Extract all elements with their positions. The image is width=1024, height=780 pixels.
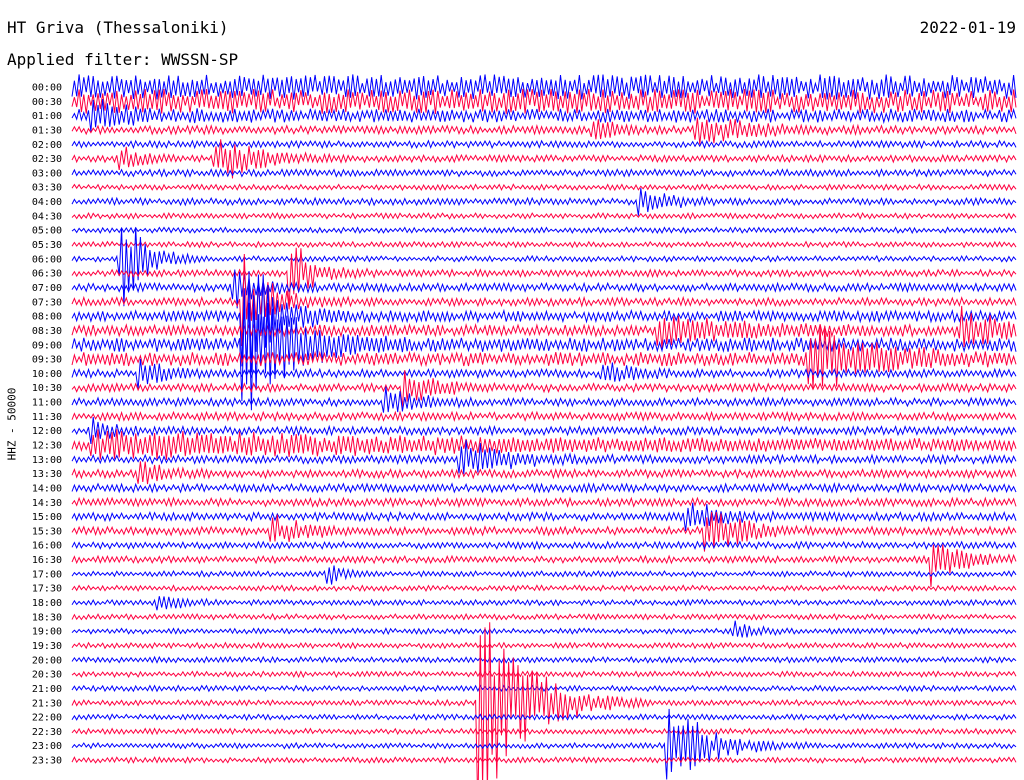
row-time-label: 05:00 <box>32 226 62 237</box>
row-time-label: 04:00 <box>32 197 62 208</box>
seismic-trace-row <box>71 641 1017 650</box>
seismic-trace-row <box>71 247 1017 310</box>
row-time-label: 22:30 <box>32 727 62 738</box>
seismic-trace-row <box>71 240 1017 249</box>
row-time-label: 06:30 <box>32 269 62 280</box>
row-time-label: 10:30 <box>32 383 62 394</box>
row-time-label: 20:30 <box>32 670 62 681</box>
row-time-label: 20:00 <box>32 655 62 666</box>
row-time-label: 12:00 <box>32 426 62 437</box>
row-time-label: 06:00 <box>32 254 62 265</box>
row-time-label: 18:30 <box>32 612 62 623</box>
row-time-label: 17:30 <box>32 584 62 595</box>
seismic-trace-row <box>71 139 1017 150</box>
row-time-label: 03:00 <box>32 168 62 179</box>
row-time-label: 04:30 <box>32 211 62 222</box>
row-time-label: 02:30 <box>32 154 62 165</box>
seismic-trace-row <box>71 612 1017 621</box>
seismic-trace-row <box>71 168 1017 178</box>
row-time-label: 14:00 <box>32 483 62 494</box>
seismic-trace-row <box>71 565 1017 585</box>
row-time-label: 10:00 <box>32 369 62 380</box>
seismic-trace-row <box>71 188 1017 216</box>
row-time-label: 08:30 <box>32 326 62 337</box>
helicorder-plot: 00:00 00:30 01:00 01:30 02:00 02:30 03:00 03:30… <box>32 74 1017 780</box>
row-time-label: 00:00 <box>32 83 62 94</box>
row-time-label: 09:30 <box>32 355 62 366</box>
row-time-label: 19:00 <box>32 627 62 638</box>
row-time-label: 13:00 <box>32 455 62 466</box>
row-time-label: 09:00 <box>32 340 62 351</box>
seismic-trace-row <box>71 655 1017 664</box>
seismic-trace-row <box>71 584 1017 593</box>
row-time-label: 23:30 <box>32 756 62 767</box>
seismic-trace-row <box>71 511 1017 552</box>
seismic-trace-row <box>71 417 1017 444</box>
row-time-label: 01:00 <box>32 111 62 122</box>
row-time-label: 19:30 <box>32 641 62 652</box>
seismic-trace-row <box>71 756 1017 764</box>
seismic-trace-row <box>71 305 1017 349</box>
row-time-label: 12:30 <box>32 441 62 452</box>
row-time-label: 14:30 <box>32 498 62 509</box>
seismic-trace-row <box>71 684 1017 693</box>
row-time-label: 11:00 <box>32 398 62 409</box>
row-time-label: 13:30 <box>32 469 62 480</box>
row-time-label: 21:30 <box>32 698 62 709</box>
seismic-trace-row <box>71 226 1017 235</box>
row-time-label: 16:00 <box>32 541 62 552</box>
row-time-label: 22:00 <box>32 713 62 724</box>
row-time-label: 00:30 <box>32 97 62 108</box>
seismic-trace-row <box>71 596 1017 611</box>
seismic-trace-row <box>71 439 1017 475</box>
seismic-trace-row <box>71 410 1017 423</box>
seismic-trace-row <box>71 99 1017 132</box>
seismic-trace-row <box>71 74 1017 100</box>
seismic-trace-row <box>71 482 1017 494</box>
row-time-label: 07:30 <box>32 297 62 308</box>
seismic-trace-row <box>71 211 1017 220</box>
seismic-trace-row <box>71 544 1017 587</box>
seismic-trace-row <box>71 540 1017 551</box>
row-time-label: 18:00 <box>32 598 62 609</box>
row-time-label: 16:30 <box>32 555 62 566</box>
seismic-trace-row <box>71 496 1017 509</box>
seismic-trace-row <box>71 227 1017 307</box>
seismic-trace-row <box>71 620 1017 638</box>
row-time-label: 23:00 <box>32 741 62 752</box>
row-time-label: 08:00 <box>32 312 62 323</box>
row-time-label: 03:30 <box>32 183 62 194</box>
seismic-trace-row <box>71 727 1017 736</box>
row-time-label: 01:30 <box>32 125 62 136</box>
row-time-label: 02:00 <box>32 140 62 151</box>
row-time-label: 11:30 <box>32 412 62 423</box>
row-time-label: 07:00 <box>32 283 62 294</box>
seismic-trace-row <box>71 183 1017 192</box>
seismic-trace-row <box>71 670 1017 679</box>
row-time-label: 05:30 <box>32 240 62 251</box>
row-time-label: 15:00 <box>32 512 62 523</box>
row-time-label: 15:30 <box>32 526 62 537</box>
row-time-label: 21:00 <box>32 684 62 695</box>
row-time-label: 17:00 <box>32 569 62 580</box>
